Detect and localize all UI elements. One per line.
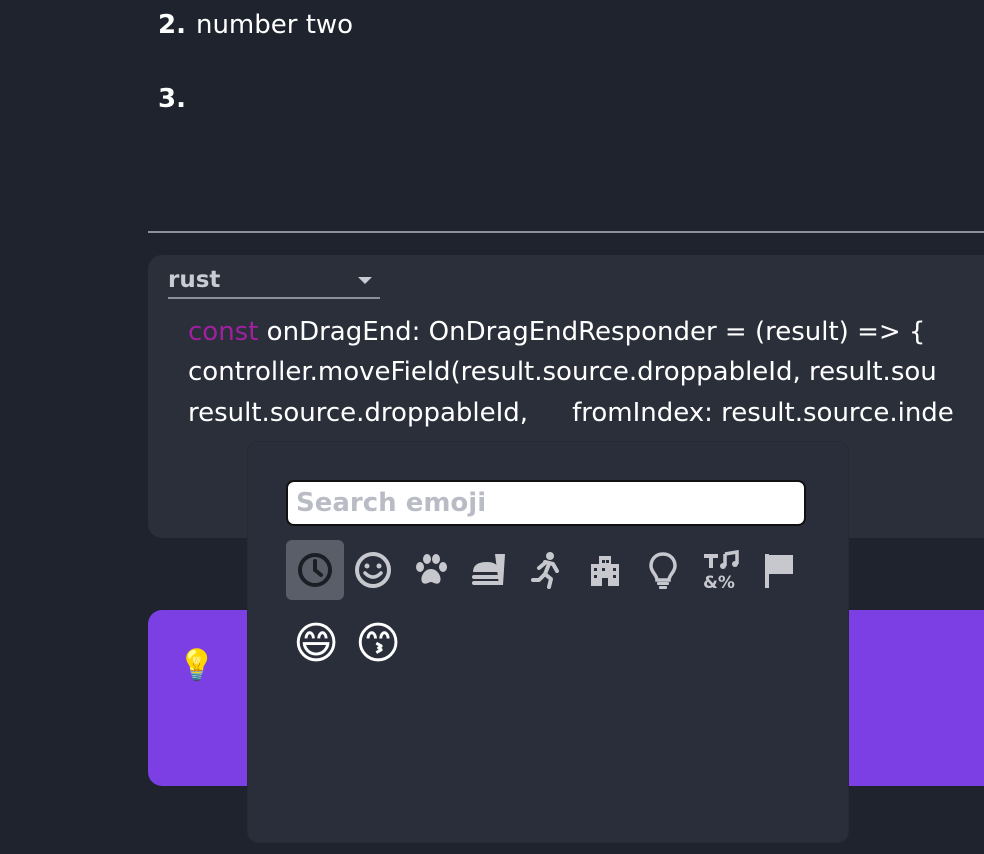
lightbulb-icon[interactable]: 💡 [178,648,215,683]
list-item-2[interactable]: 2. number two [158,10,353,40]
list-number: 3. [158,84,186,114]
language-select[interactable]: rust [168,263,380,299]
code-text: fromIndex: result.source.inde [572,398,954,428]
smiley-icon[interactable] [344,540,402,600]
food-icon[interactable] [460,540,518,600]
code-text: result.source.droppableId, [188,398,529,428]
chevron-down-icon [358,277,372,284]
list-number: 2. [158,10,186,40]
flag-icon[interactable] [750,540,808,600]
lightbulb-icon[interactable] [634,540,692,600]
symbols-icon[interactable]: &% [692,540,750,600]
editor-page: 2. number two 3. rust const onDragEnd: On… [0,0,984,854]
code-line-1[interactable]: const onDragEnd: OnDragEndResponder = (r… [188,317,925,347]
code-line-2[interactable]: controller.moveField(result.source.dropp… [188,357,937,387]
horizontal-divider [148,231,984,233]
code-text: onDragEnd: OnDragEndResponder = (result)… [258,317,926,347]
recent-icon[interactable] [286,540,344,600]
paw-icon[interactable] [402,540,460,600]
emoji-result[interactable]: 😙 [348,614,408,674]
code-line-3[interactable]: result.source.droppableId, fromIndex: res… [188,398,954,428]
building-icon[interactable] [576,540,634,600]
emoji-picker: &% 😄 😙 [248,442,848,842]
svg-text:&%: &% [703,573,735,590]
emoji-result[interactable]: 😄 [286,614,346,674]
code-text: controller.moveField(result.source.dropp… [188,357,937,387]
emoji-search-input[interactable] [286,480,806,526]
list-text: number two [195,10,354,40]
list-item-3[interactable]: 3. [158,84,196,114]
code-keyword: const [188,317,259,347]
activity-icon[interactable] [518,540,576,600]
language-value: rust [168,267,221,293]
